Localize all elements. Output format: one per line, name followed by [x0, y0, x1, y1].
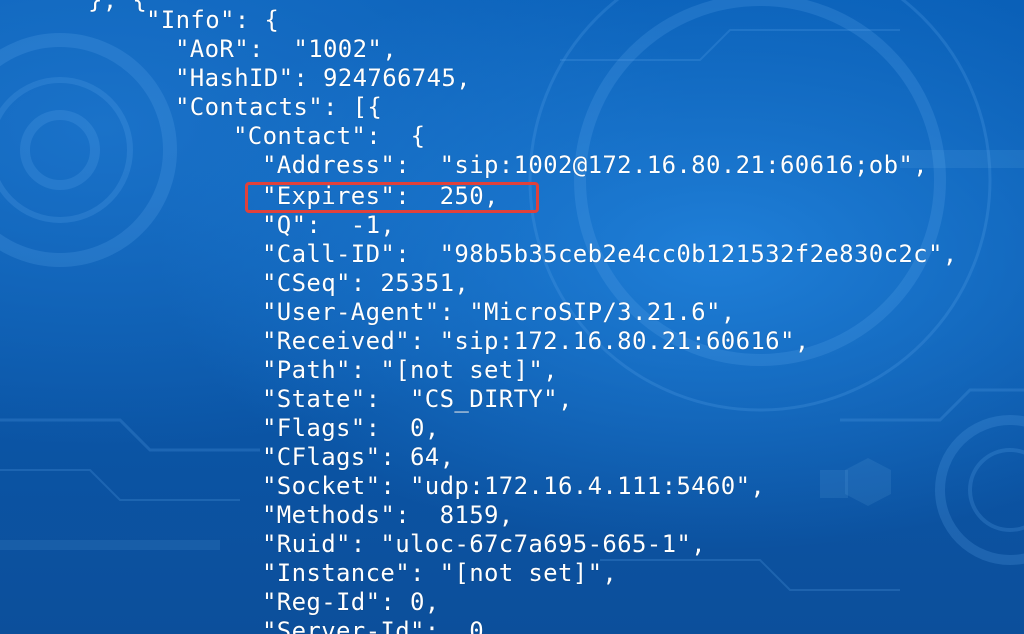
code-line-ruid: "Ruid": "uloc-67c7a695-665-1", — [262, 530, 706, 558]
code-line-brace: }, { — [88, 0, 148, 14]
code-line-contact: "Contact": { — [233, 122, 426, 150]
code-line-state: "State": "CS_DIRTY", — [262, 385, 573, 413]
code-line-methods: "Methods": 8159, — [262, 501, 514, 529]
code-line-server-id: "Server-Id": 0, — [262, 617, 499, 634]
code-line-user-agent: "User-Agent": "MicroSIP/3.21.6", — [262, 298, 736, 326]
code-line-path: "Path": "[not set]", — [262, 356, 558, 384]
code-line-aor: "AoR": "1002", — [175, 35, 397, 63]
expires-highlight-box — [245, 182, 539, 213]
code-line-address: "Address": "sip:1002@172.16.80.21:60616;… — [262, 151, 928, 179]
code-line-cflags: "CFlags": 64, — [262, 443, 455, 471]
code-line-reg-id: "Reg-Id": 0, — [262, 588, 440, 616]
code-line-contacts: "Contacts": [{ — [175, 93, 383, 121]
code-line-instance: "Instance": "[not set]", — [262, 559, 618, 587]
code-line-call-id: "Call-ID": "98b5b35ceb2e4cc0b121532f2e83… — [262, 240, 958, 268]
code-line-received: "Received": "sip:172.16.80.21:60616", — [262, 327, 810, 355]
code-line-q: "Q": -1, — [262, 211, 396, 239]
code-line-cseq: "CSeq": 25351, — [262, 269, 470, 297]
code-line-flags: "Flags": 0, — [262, 414, 440, 442]
code-line-socket: "Socket": "udp:172.16.4.111:5460", — [262, 472, 766, 500]
json-code-view: }, { "Info": { "AoR": "1002", "HashID": … — [0, 0, 1024, 634]
code-line-info: "Info": { — [146, 6, 280, 34]
code-line-hashid: "HashID": 924766745, — [175, 64, 471, 92]
